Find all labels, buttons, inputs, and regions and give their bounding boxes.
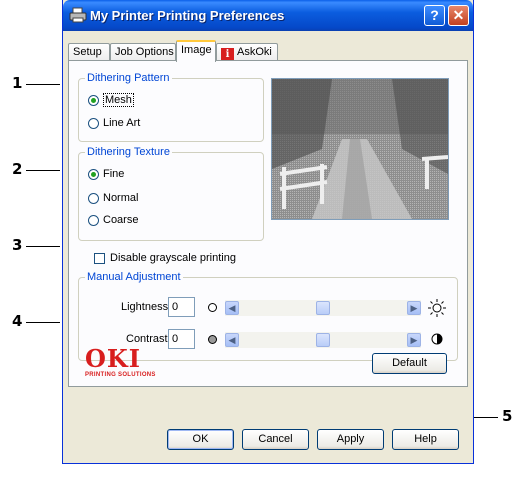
contrast-left-arrow-icon[interactable]: ◀ <box>225 333 239 347</box>
light-circle-icon <box>208 303 217 312</box>
lightness-slider-thumb[interactable] <box>316 301 330 315</box>
title-bar[interactable]: My Printer Printing Preferences ? ✕ <box>63 0 473 31</box>
radio-icon <box>88 117 99 129</box>
oki-logo-subtext: PRINTING SOLUTIONS <box>85 372 156 378</box>
contrast-slider-thumb[interactable] <box>316 333 330 347</box>
help-title-button[interactable]: ? <box>424 5 445 26</box>
low-contrast-icon <box>208 335 217 344</box>
printer-icon <box>69 7 87 23</box>
manual-adjustment-legend: Manual Adjustment <box>85 271 183 283</box>
close-button[interactable]: ✕ <box>448 5 469 26</box>
callout-1: 1 <box>12 74 23 92</box>
dithering-pattern-legend: Dithering Pattern <box>85 72 172 84</box>
contrast-right-arrow-icon[interactable]: ▶ <box>407 333 421 347</box>
tab-job-options[interactable]: Job Options <box>110 43 176 61</box>
cancel-button[interactable]: Cancel <box>242 429 309 450</box>
lightness-slider[interactable]: ◀ ▶ <box>225 300 421 316</box>
tab-askoki-label: AskOki <box>237 46 272 58</box>
dithering-preview-image <box>271 78 449 220</box>
contrast-input[interactable]: 0 <box>168 329 195 349</box>
radio-mesh[interactable]: Mesh <box>88 93 134 107</box>
image-tab-panel: Dithering Pattern Mesh Line Art Ditherin… <box>68 60 468 387</box>
callout-3-line <box>26 246 60 247</box>
callout-3: 3 <box>12 236 23 254</box>
radio-coarse[interactable]: Coarse <box>88 214 138 226</box>
ok-button[interactable]: OK <box>167 429 234 450</box>
radio-fine[interactable]: Fine <box>88 168 124 180</box>
high-contrast-icon <box>431 333 443 345</box>
radio-fine-label: Fine <box>103 168 125 180</box>
tab-image[interactable]: Image <box>176 40 216 62</box>
tab-askoki[interactable]: i AskOki <box>216 43 278 61</box>
radio-selected-icon <box>88 168 99 180</box>
callout-4-line <box>26 322 60 323</box>
callout-5-line <box>470 417 498 418</box>
apply-button[interactable]: Apply <box>317 429 384 450</box>
tab-setup[interactable]: Setup <box>68 43 110 61</box>
contrast-slider[interactable]: ◀ ▶ <box>225 332 421 348</box>
sun-icon <box>428 299 446 317</box>
callout-1-line <box>26 84 60 85</box>
dithering-pattern-group: Dithering Pattern Mesh Line Art <box>78 72 264 142</box>
radio-line-art[interactable]: Line Art <box>88 117 140 129</box>
radio-coarse-label: Coarse <box>103 214 139 226</box>
lightness-label: Lightness: <box>121 301 172 313</box>
printing-preferences-window: My Printer Printing Preferences ? ✕ Setu… <box>62 0 474 464</box>
radio-icon <box>88 192 99 204</box>
callout-2-line <box>26 170 60 171</box>
radio-selected-icon <box>88 94 99 106</box>
window-title: My Printer Printing Preferences <box>90 8 285 23</box>
oki-logo-text: OKI <box>85 344 141 373</box>
radio-icon <box>88 214 99 226</box>
radio-mesh-label: Mesh <box>103 93 134 107</box>
lightness-left-arrow-icon[interactable]: ◀ <box>225 301 239 315</box>
dithering-texture-legend: Dithering Texture <box>85 146 172 158</box>
disable-grayscale-checkbox[interactable]: Disable grayscale printing <box>94 252 236 264</box>
radio-line-art-label: Line Art <box>103 117 141 129</box>
lightness-input[interactable]: 0 <box>168 297 195 317</box>
callout-4: 4 <box>12 312 23 330</box>
default-button[interactable]: Default <box>372 353 447 374</box>
dithering-texture-group: Dithering Texture Fine Normal Coarse <box>78 146 264 241</box>
help-button[interactable]: Help <box>392 429 459 450</box>
callout-5: 5 <box>502 407 513 425</box>
callout-2: 2 <box>12 160 23 178</box>
checkbox-icon <box>94 252 105 264</box>
radio-normal-label: Normal <box>103 192 139 204</box>
disable-grayscale-label: Disable grayscale printing <box>110 252 236 264</box>
oki-logo: OKI PRINTING SOLUTIONS <box>85 344 156 379</box>
preview-photo <box>272 79 448 219</box>
radio-normal[interactable]: Normal <box>88 192 138 204</box>
lightness-right-arrow-icon[interactable]: ▶ <box>407 301 421 315</box>
